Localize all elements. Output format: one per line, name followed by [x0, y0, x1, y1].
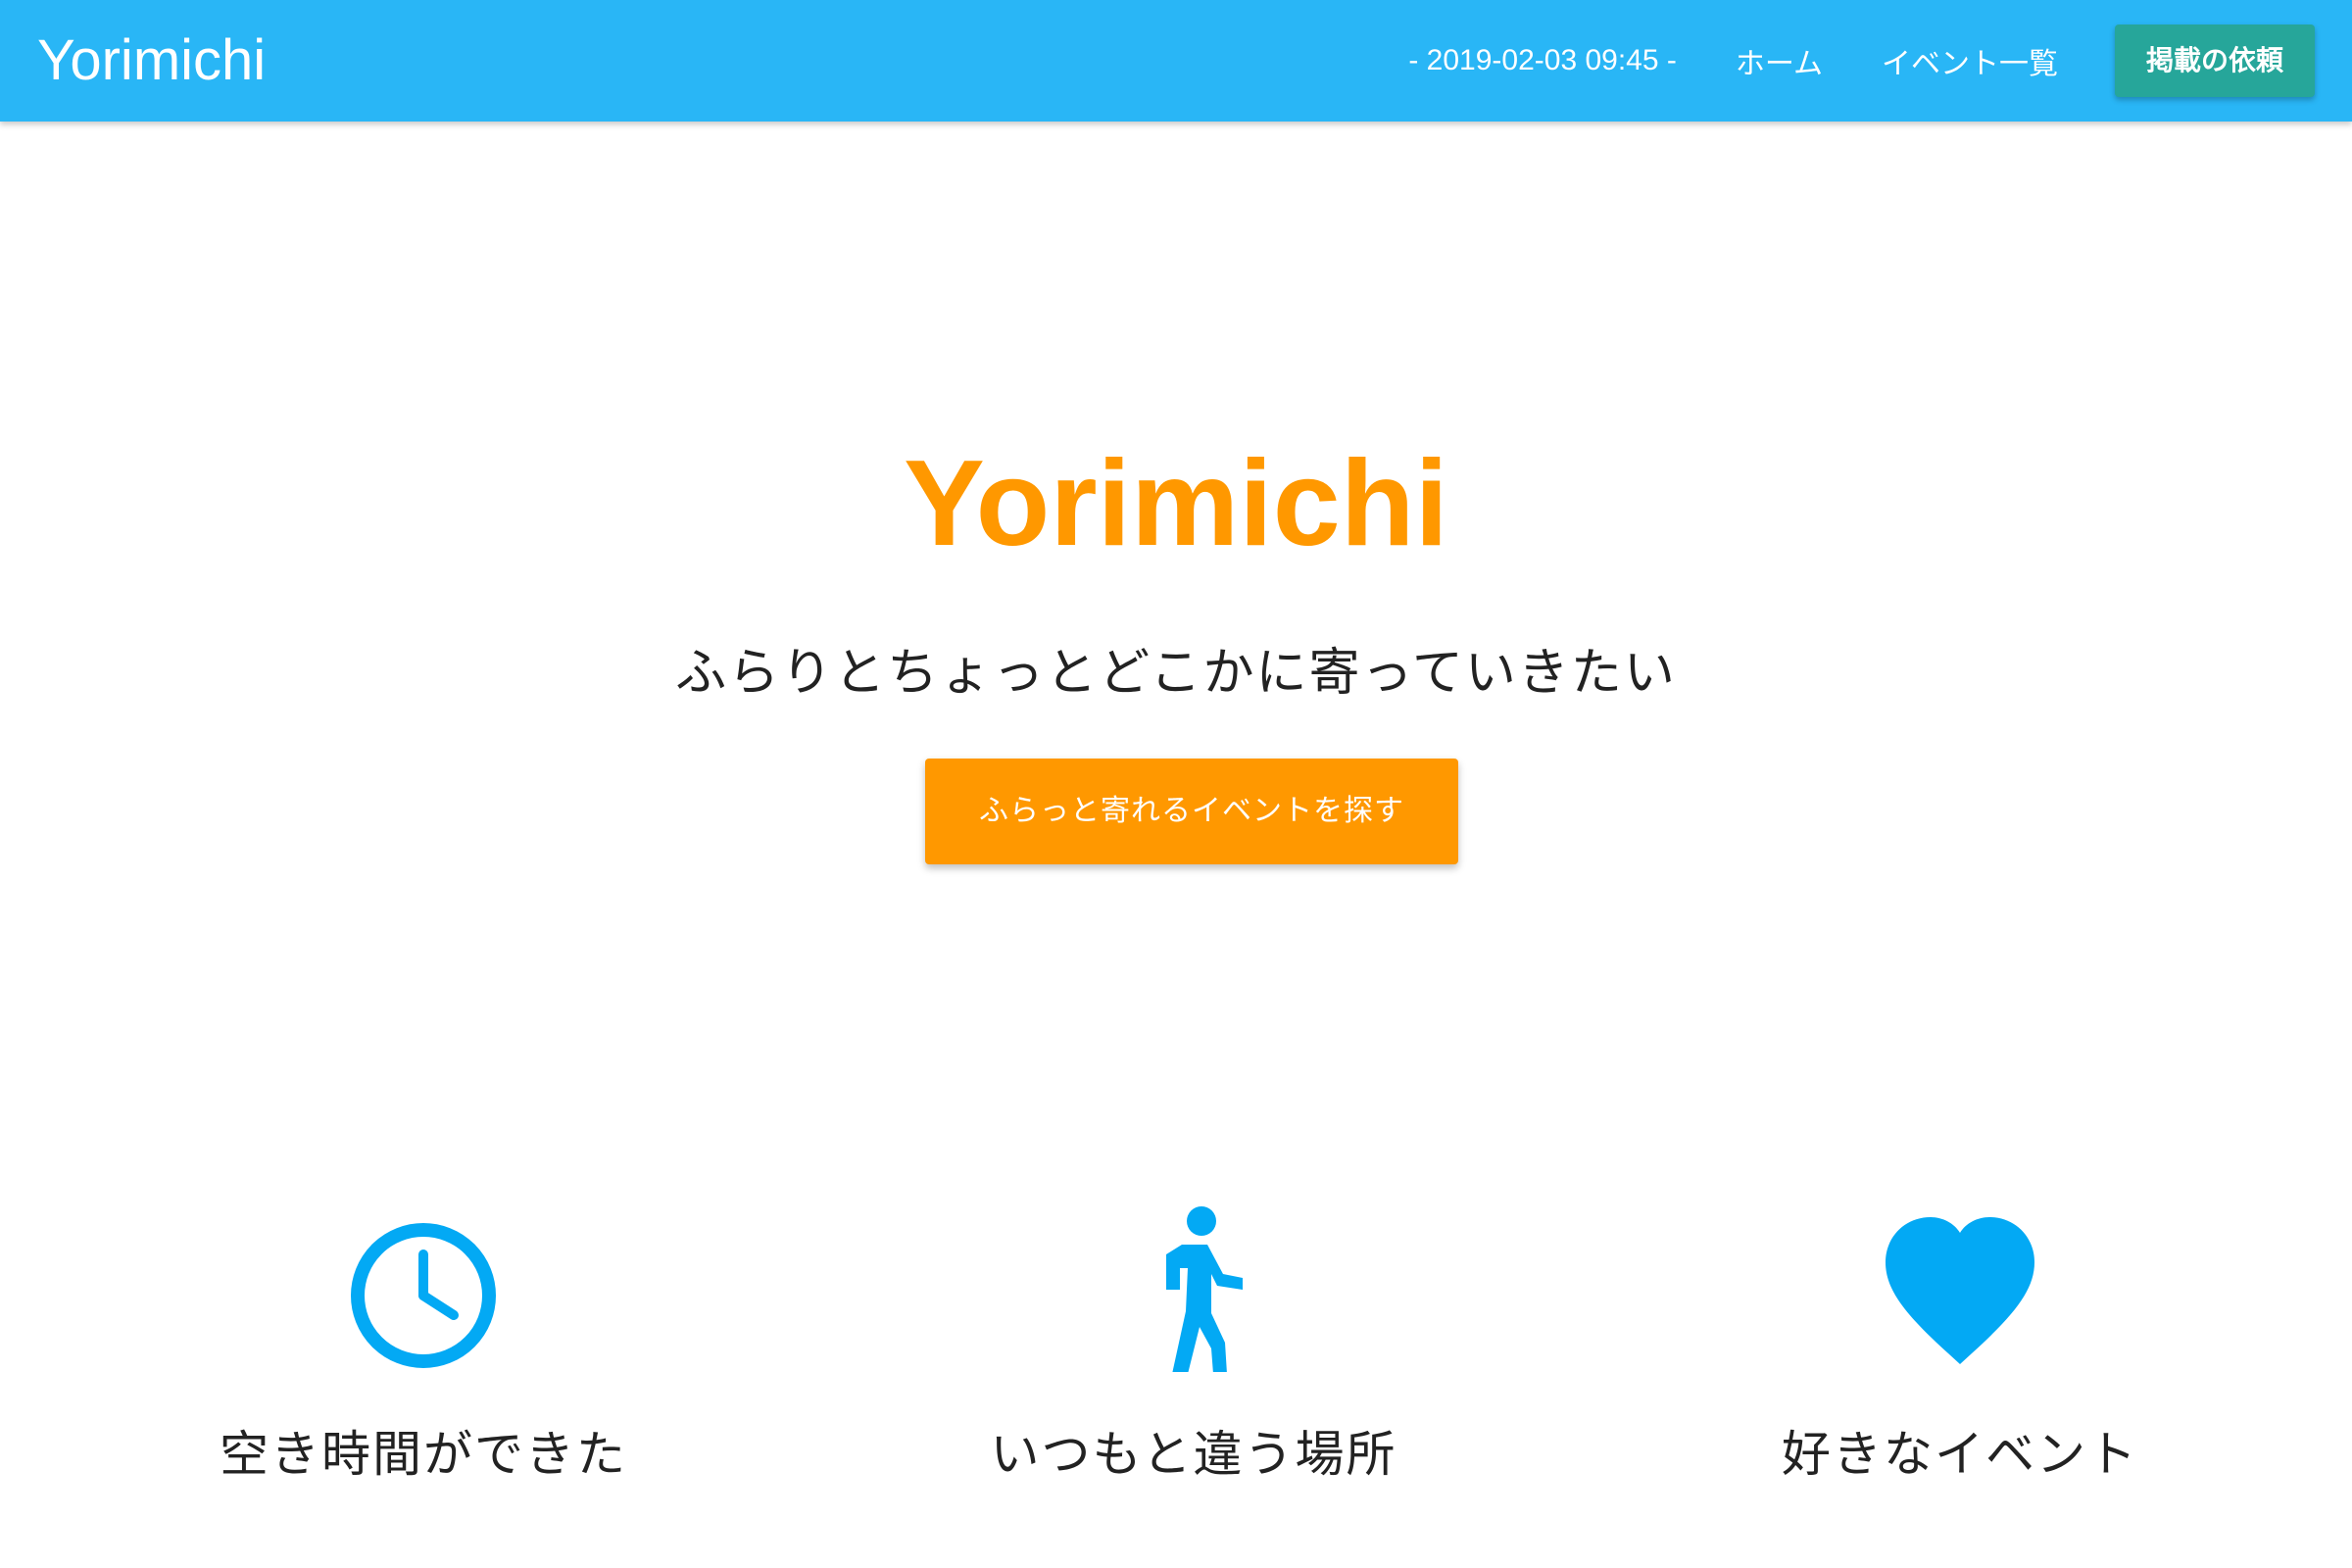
find-events-button[interactable]: ふらっと寄れるイベントを探す — [925, 759, 1458, 864]
heart-icon — [1886, 1217, 2034, 1364]
feature-label: 好きなイベント — [1782, 1426, 2138, 1483]
current-datetime: - 2019-02-03 09:45 - — [1408, 44, 1677, 76]
feature-favorite-events: 好きなイベント — [1568, 1205, 2352, 1486]
hero-tagline: ふらりとちょっとどこかに寄っていきたい — [675, 644, 1677, 703]
clock-icon — [351, 1223, 496, 1368]
nav-link-home[interactable]: ホーム — [1706, 39, 1852, 82]
nav-menu: - 2019-02-03 09:45 - ホーム イベント一覧 掲載の依頼 — [1408, 0, 2315, 122]
feature-label: いつもと違う場所 — [990, 1426, 1397, 1483]
nav-link-event-list[interactable]: イベント一覧 — [1852, 39, 2087, 82]
feature-free-time: 空き時間ができた — [31, 1205, 815, 1486]
request-listing-button[interactable]: 掲載の依頼 — [2114, 24, 2315, 97]
hero-title: Yorimichi — [904, 436, 1448, 571]
features-section: 空き時間ができた いつもと違う場所 好きなイベント — [0, 1205, 2352, 1499]
feature-different-place: いつもと違う場所 — [802, 1205, 1586, 1486]
feature-label: 空き時間ができた — [220, 1426, 627, 1483]
brand-logo-link[interactable]: Yorimichi — [37, 0, 266, 122]
walking-person-icon — [1166, 1206, 1243, 1372]
top-navbar: Yorimichi - 2019-02-03 09:45 - ホーム イベント一… — [0, 0, 2352, 122]
